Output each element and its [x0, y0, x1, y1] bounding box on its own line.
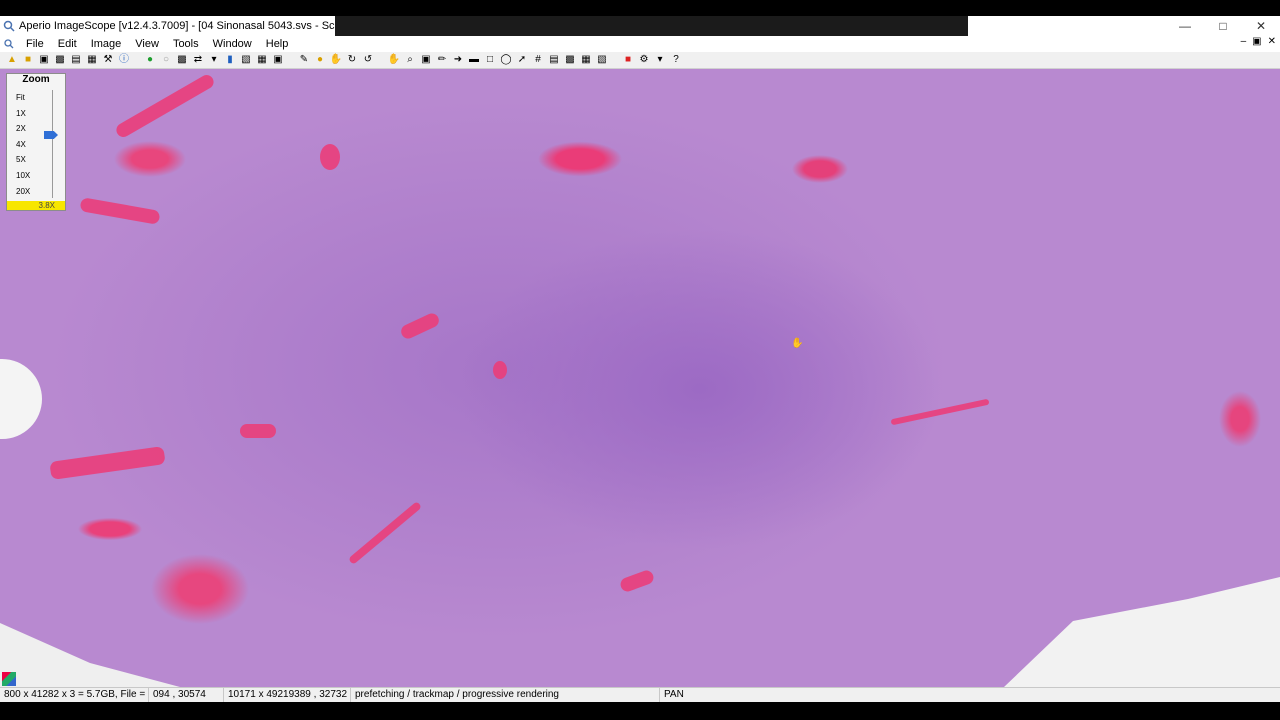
grid-view-icon[interactable]: ▦ [256, 54, 268, 66]
tissue-vessel [240, 424, 276, 438]
toolbar-separator [378, 54, 384, 66]
zoom-10x-button[interactable]: 10X [9, 168, 39, 184]
ruler-tool-icon[interactable]: ▬ [468, 54, 480, 66]
tissue-vessel [618, 568, 656, 594]
toolbar: ▲ ■ ▣ ▩ ▤ ▦ ⚒ ⓘ ● ○ ▩ ⇄ ▾ ▮ ▧ ▦ ▣ ✎ ● ✋ … [0, 52, 1280, 69]
zoom-slider-track[interactable] [52, 90, 53, 198]
snapshot-icon[interactable]: ▩ [54, 54, 66, 66]
arrow-tool-icon[interactable]: ➜ [452, 54, 464, 66]
help-icon[interactable]: ? [670, 54, 682, 66]
thumbnail-icon[interactable]: ▩ [176, 54, 188, 66]
pen-tool-icon[interactable]: ✏ [436, 54, 448, 66]
background-glass [0, 623, 180, 687]
menu-file[interactable]: File [19, 38, 51, 50]
go-forward-icon[interactable]: ● [144, 54, 156, 66]
line-tool-icon[interactable]: ➚ [516, 54, 528, 66]
zoom-panel-title: Zoom [22, 74, 50, 85]
menu-window[interactable]: Window [206, 38, 259, 50]
status-render: prefetching / trackmap / progressive ren… [351, 688, 660, 702]
mdi-restore-button[interactable]: ▣ [1252, 36, 1261, 47]
zoom-tool-icon[interactable]: ⌕ [404, 54, 416, 66]
tools-icon[interactable]: ⚒ [102, 54, 114, 66]
close-button[interactable]: ✕ [1242, 16, 1280, 36]
status-coords: 094 , 30574 [149, 688, 224, 702]
compare-icon[interactable]: ▩ [564, 54, 576, 66]
document-icon[interactable] [3, 38, 15, 50]
zoom-4x-button[interactable]: 4X [9, 137, 39, 153]
toolbar-separator [134, 54, 140, 66]
refresh-icon[interactable]: ↺ [362, 54, 374, 66]
tissue-vessel [398, 311, 442, 341]
settings-icon[interactable]: ⚙ [638, 54, 650, 66]
info-icon[interactable]: ⓘ [118, 54, 130, 66]
zoom-5x-button[interactable]: 5X [9, 152, 39, 168]
status-bar: 800 x 41282 x 3 = 5.7GB, File = 663M 094… [0, 687, 1280, 702]
tissue-vessel [347, 501, 423, 565]
tissue-vessel [320, 144, 340, 170]
zoom-20x-button[interactable]: 20X [9, 184, 39, 200]
tissue-vessel [493, 361, 507, 379]
menu-image[interactable]: Image [84, 38, 129, 50]
background-glass [1004, 577, 1280, 687]
menu-bar: File Edit Image View Tools Window Help –… [0, 36, 1280, 52]
layers-icon[interactable]: ▧ [240, 54, 252, 66]
zoom-current-level: 3.8X [7, 201, 65, 210]
open-folder-icon[interactable]: ▲ [6, 54, 18, 66]
window-title: Aperio ImageScope [v12.4.3.7009] - [04 S… [19, 20, 378, 32]
ellipse-tool-icon[interactable]: ◯ [500, 54, 512, 66]
zoom-2x-button[interactable]: 2X [9, 121, 39, 137]
hand-tool-icon[interactable]: ✋ [330, 54, 342, 66]
tissue-vessel [79, 197, 161, 225]
zoom-region-icon[interactable]: ▣ [420, 54, 432, 66]
menu-view[interactable]: View [128, 38, 166, 50]
status-image-info: 800 x 41282 x 3 = 5.7GB, File = 663M [0, 688, 149, 702]
zoom-slider-thumb[interactable] [44, 131, 58, 139]
slide-image-viewer[interactable] [0, 69, 1280, 687]
menu-help[interactable]: Help [259, 38, 296, 50]
tissue-vessel [49, 446, 166, 480]
print-icon[interactable]: ▤ [70, 54, 82, 66]
rotate-icon[interactable]: ↻ [346, 54, 358, 66]
annotation-edit-icon[interactable]: ✎ [298, 54, 310, 66]
tissue-vessel [113, 72, 217, 140]
export-icon[interactable]: ▦ [86, 54, 98, 66]
color-adjust-icon[interactable]: ■ [622, 54, 634, 66]
magnifier-tool-icon[interactable]: ● [314, 54, 326, 66]
maximize-button[interactable]: □ [1204, 16, 1242, 36]
bookmark-icon[interactable]: ▮ [224, 54, 236, 66]
background-glass [0, 359, 42, 439]
pan-tool-icon[interactable]: ✋ [388, 54, 400, 66]
open-file-icon[interactable]: ■ [22, 54, 34, 66]
tile-view-icon[interactable]: ▧ [596, 54, 608, 66]
settings-dropdown-icon[interactable]: ▾ [654, 54, 666, 66]
annotations-list-icon[interactable]: ▤ [548, 54, 560, 66]
menu-tools[interactable]: Tools [166, 38, 206, 50]
select-dropdown-icon[interactable]: ▾ [208, 54, 220, 66]
zoom-panel: Zoom Fit 1X 2X 4X 5X 10X 20X 3.8X [6, 73, 66, 211]
hand-cursor-icon: ✋ [791, 338, 804, 349]
grid-tool-icon[interactable]: # [532, 54, 544, 66]
zoom-fit-button[interactable]: Fit [9, 90, 39, 106]
toolbar-separator [288, 54, 294, 66]
slide-label-icon[interactable]: ▣ [272, 54, 284, 66]
minimize-button[interactable]: — [1166, 16, 1204, 36]
rectangle-tool-icon[interactable]: □ [484, 54, 496, 66]
camera-icon[interactable]: ▣ [38, 54, 50, 66]
menu-edit[interactable]: Edit [51, 38, 84, 50]
zoom-current-value: 3.8X [38, 201, 55, 210]
toolbar-separator [612, 54, 618, 66]
mdi-close-button[interactable]: ✕ [1268, 36, 1276, 47]
mdi-minimize-button[interactable]: – [1241, 36, 1247, 47]
split-view-icon[interactable]: ▦ [580, 54, 592, 66]
stop-icon[interactable]: ○ [160, 54, 172, 66]
sync-icon[interactable]: ⇄ [192, 54, 204, 66]
tissue-vessel [890, 398, 990, 426]
status-mode: PAN [664, 689, 684, 700]
title-bar-dark-band [335, 16, 968, 38]
color-legend-icon [2, 672, 16, 686]
imagescope-app-icon [3, 20, 15, 32]
title-bar: Aperio ImageScope [v12.4.3.7009] - [04 S… [0, 16, 1280, 38]
zoom-1x-button[interactable]: 1X [9, 106, 39, 122]
status-region: 10171 x 49219389 , 32732 [224, 688, 351, 702]
